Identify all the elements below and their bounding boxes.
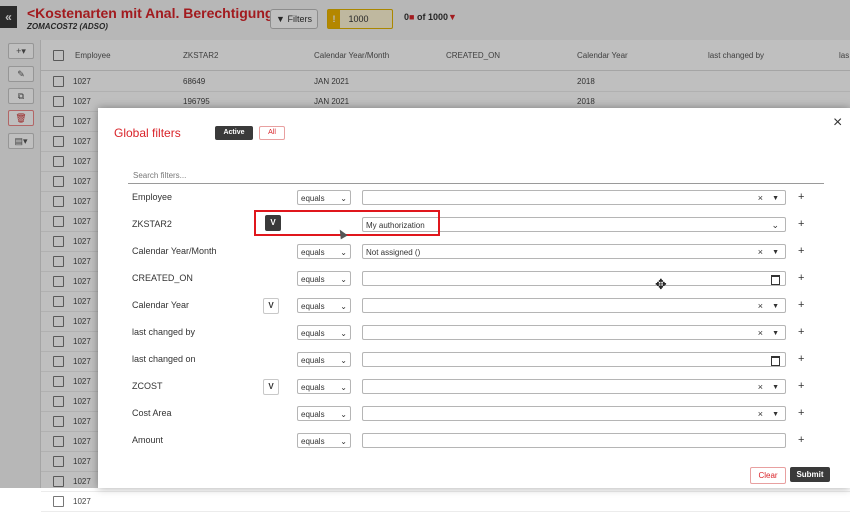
add-filter-icon[interactable]: + bbox=[798, 271, 804, 286]
add-filter-icon[interactable]: + bbox=[798, 352, 804, 367]
clear-value-icon[interactable]: × bbox=[758, 326, 763, 341]
operator-select[interactable]: equals ⌄ bbox=[297, 271, 351, 286]
chevron-down-icon: ⌄ bbox=[340, 248, 347, 257]
calendar-icon[interactable] bbox=[771, 356, 780, 366]
operator-value: equals bbox=[301, 275, 325, 284]
submit-button[interactable]: Submit bbox=[790, 467, 830, 482]
operator-select[interactable]: equals ⌄ bbox=[297, 406, 351, 421]
add-filter-icon[interactable]: + bbox=[798, 379, 804, 394]
operator-select[interactable]: equals ⌄ bbox=[297, 190, 351, 205]
search-filters bbox=[128, 168, 829, 184]
dialog-title: Global filters bbox=[114, 126, 181, 140]
dropdown-icon[interactable]: ▼ bbox=[772, 191, 779, 206]
filter-label: Calendar Year bbox=[132, 300, 190, 310]
filter-row: Cost Area equals ⌄ × ▼ + bbox=[98, 406, 850, 426]
move-cursor-icon: ✥ bbox=[655, 276, 667, 292]
filter-value: Not assigned () bbox=[366, 248, 421, 257]
add-filter-icon[interactable]: + bbox=[798, 190, 804, 205]
clear-value-icon[interactable]: × bbox=[758, 380, 763, 395]
filter-row: Employee equals ⌄ × ▼ + bbox=[98, 190, 850, 210]
dropdown-icon[interactable]: ▼ bbox=[772, 245, 779, 260]
filter-value-input[interactable]: × ▼ bbox=[362, 325, 786, 340]
close-icon[interactable]: × bbox=[833, 115, 842, 131]
chevron-down-icon: ⌄ bbox=[340, 356, 347, 365]
operator-value: equals bbox=[301, 248, 325, 257]
filter-row: last changed by equals ⌄ × ▼ + bbox=[98, 325, 850, 345]
filter-value-input[interactable]: Not assigned () × ▼ bbox=[362, 244, 786, 259]
filter-value-input[interactable]: × ▼ bbox=[362, 298, 786, 313]
global-filters-dialog: Global filters Active All × Employee equa… bbox=[98, 108, 850, 488]
filter-value-input[interactable] bbox=[362, 352, 786, 367]
operator-select[interactable]: equals ⌄ bbox=[297, 379, 351, 394]
filter-row: CREATED_ON equals ⌄ + bbox=[98, 271, 850, 291]
filter-label: Calendar Year/Month bbox=[132, 246, 217, 256]
variable-toggle-button[interactable]: V bbox=[263, 298, 279, 314]
chevron-down-icon[interactable]: ⌄ bbox=[771, 218, 779, 233]
operator-value: equals bbox=[301, 410, 325, 419]
filter-label: CREATED_ON bbox=[132, 273, 193, 283]
operator-value: equals bbox=[301, 383, 325, 392]
table-row[interactable]: 1027 bbox=[41, 491, 850, 512]
dropdown-icon[interactable]: ▼ bbox=[772, 407, 779, 422]
chevron-down-icon: ⌄ bbox=[340, 437, 347, 446]
add-filter-icon[interactable]: + bbox=[798, 433, 804, 448]
chevron-down-icon: ⌄ bbox=[340, 302, 347, 311]
filter-row: ZKSTAR2 V My authorization ⌄ + bbox=[98, 215, 850, 237]
add-filter-icon[interactable]: + bbox=[798, 244, 804, 259]
filter-value-input[interactable]: × ▼ bbox=[362, 379, 786, 394]
operator-value: equals bbox=[301, 329, 325, 338]
filter-row: Amount equals ⌄ + bbox=[98, 433, 850, 453]
filter-label: Employee bbox=[132, 192, 173, 202]
calendar-icon[interactable] bbox=[771, 275, 780, 285]
operator-value: equals bbox=[301, 302, 325, 311]
table-cell: 1027 bbox=[73, 497, 91, 506]
filter-label: last changed by bbox=[132, 327, 196, 337]
filter-row: Calendar Year/Month equals ⌄ Not assigned (… bbox=[98, 244, 850, 264]
filter-row: ZCOST Vequals ⌄ × ▼ + bbox=[98, 379, 850, 399]
clear-button[interactable]: Clear bbox=[750, 467, 786, 484]
add-filter-icon[interactable]: + bbox=[798, 298, 804, 313]
filter-value-input[interactable] bbox=[362, 433, 786, 448]
operator-select[interactable]: equals ⌄ bbox=[297, 352, 351, 367]
highlight-box bbox=[254, 210, 440, 236]
filter-label: Cost Area bbox=[132, 408, 172, 418]
operator-select[interactable]: equals ⌄ bbox=[297, 433, 351, 448]
filter-label: Amount bbox=[132, 435, 164, 445]
chevron-down-icon: ⌄ bbox=[340, 275, 347, 284]
chevron-down-icon: ⌄ bbox=[340, 329, 347, 338]
clear-value-icon[interactable]: × bbox=[758, 245, 763, 260]
dropdown-icon[interactable]: ▼ bbox=[772, 380, 779, 395]
filter-label: last changed on bbox=[132, 354, 196, 364]
tab-all[interactable]: All bbox=[259, 126, 285, 140]
tab-active[interactable]: Active bbox=[215, 126, 253, 140]
clear-value-icon[interactable]: × bbox=[758, 191, 763, 206]
operator-value: equals bbox=[301, 194, 325, 203]
operator-value: equals bbox=[301, 356, 325, 365]
variable-toggle-button[interactable]: V bbox=[263, 379, 279, 395]
add-filter-icon[interactable]: + bbox=[798, 217, 804, 232]
clear-value-icon[interactable]: × bbox=[758, 299, 763, 314]
filter-label: ZCOST bbox=[132, 381, 163, 391]
filter-value-input[interactable] bbox=[362, 271, 786, 286]
operator-select[interactable]: equals ⌄ bbox=[297, 325, 351, 340]
operator-select[interactable]: equals ⌄ bbox=[297, 298, 351, 313]
chevron-down-icon: ⌄ bbox=[340, 383, 347, 392]
filter-row: last changed on equals ⌄ + bbox=[98, 352, 850, 372]
chevron-down-icon: ⌄ bbox=[340, 410, 347, 419]
filter-value-input[interactable]: × ▼ bbox=[362, 190, 786, 205]
filter-row: Calendar Year Vequals ⌄ × ▼ + bbox=[98, 298, 850, 318]
clear-value-icon[interactable]: × bbox=[758, 407, 763, 422]
add-filter-icon[interactable]: + bbox=[798, 325, 804, 340]
dropdown-icon[interactable]: ▼ bbox=[772, 299, 779, 314]
row-checkbox[interactable] bbox=[53, 496, 64, 507]
operator-select[interactable]: equals ⌄ bbox=[297, 244, 351, 259]
search-input[interactable] bbox=[128, 168, 829, 182]
operator-value: equals bbox=[301, 437, 325, 446]
chevron-down-icon: ⌄ bbox=[340, 194, 347, 203]
add-filter-icon[interactable]: + bbox=[798, 406, 804, 421]
filter-value-input[interactable]: × ▼ bbox=[362, 406, 786, 421]
dropdown-icon[interactable]: ▼ bbox=[772, 326, 779, 341]
filter-label: ZKSTAR2 bbox=[132, 219, 172, 229]
